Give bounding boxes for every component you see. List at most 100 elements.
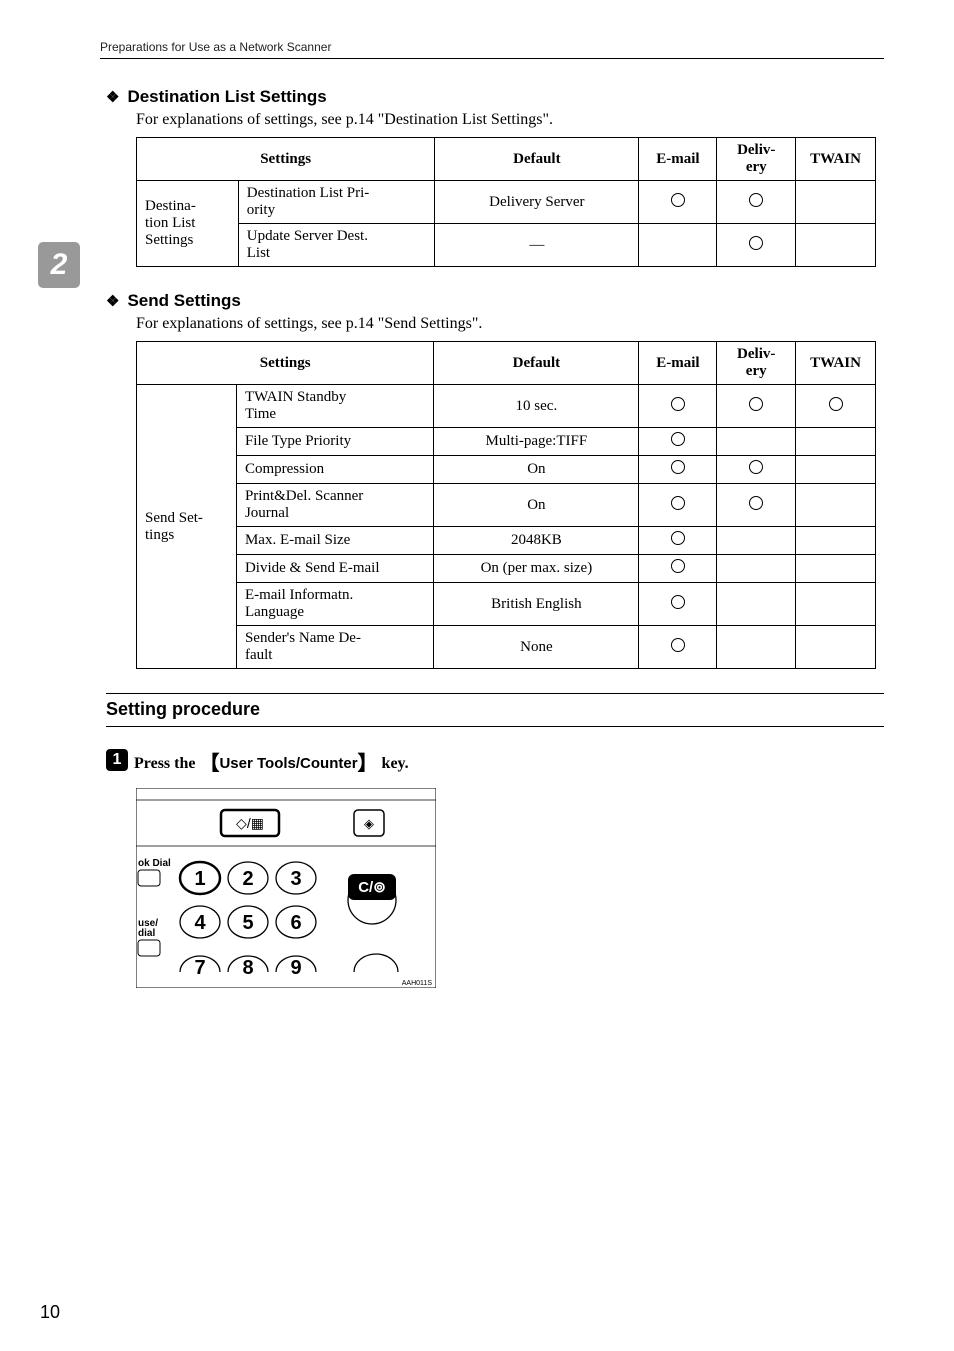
svg-text:5: 5	[242, 912, 253, 934]
svg-text:◈: ◈	[364, 816, 374, 831]
circle-icon	[671, 559, 685, 573]
setting-name: Divide & Send E-mail	[236, 555, 433, 583]
setting-name: Update Server Dest.List	[238, 224, 435, 267]
table-row: E-mail Informatn.Language British Englis…	[137, 583, 876, 626]
circle-icon	[671, 432, 685, 446]
svg-text:7: 7	[194, 957, 205, 979]
col-twain: TWAIN	[796, 138, 876, 181]
diamond-icon: ❖	[106, 294, 119, 309]
svg-text:9: 9	[290, 957, 301, 979]
destination-desc: For explanations of settings, see p.14 "…	[136, 111, 884, 129]
circle-icon	[671, 460, 685, 474]
flag-deliv	[717, 224, 796, 267]
svg-text:C/⊚: C/⊚	[358, 879, 386, 896]
setting-name: E-mail Informatn.Language	[236, 583, 433, 626]
circle-icon	[671, 595, 685, 609]
step-text: Press the 【User Tools/Counter】 key.	[134, 745, 409, 774]
col-default: Default	[434, 342, 639, 385]
svg-text:ok Dial: ok Dial	[138, 858, 171, 869]
table-row: Update Server Dest.List —	[137, 224, 876, 267]
col-delivery: Deliv-ery	[717, 342, 796, 385]
flag-email	[639, 527, 717, 555]
setting-default: None	[434, 626, 639, 669]
step-suffix: key.	[378, 755, 409, 772]
svg-text:dial: dial	[138, 928, 155, 939]
send-title: Send Settings	[127, 291, 240, 311]
circle-icon	[749, 236, 763, 250]
svg-text:4: 4	[194, 912, 206, 934]
send-table: Settings Default E-mail Deliv-ery TWAIN …	[136, 341, 876, 669]
flag-deliv	[717, 428, 796, 456]
flag-twain	[796, 224, 876, 267]
table-row: Compression On	[137, 456, 876, 484]
svg-text:◇/▦: ◇/▦	[236, 815, 264, 831]
col-settings: Settings	[137, 342, 434, 385]
setting-name: Destination List Pri-ority	[238, 181, 435, 224]
flag-deliv	[717, 626, 796, 669]
flag-email	[639, 484, 717, 527]
flag-email	[639, 224, 717, 267]
setting-name: Sender's Name De-fault	[236, 626, 433, 669]
flag-email	[639, 626, 717, 669]
flag-deliv	[717, 181, 796, 224]
flag-twain	[796, 555, 876, 583]
step-1: 1 Press the 【User Tools/Counter】 key.	[106, 745, 884, 774]
flag-email	[639, 181, 717, 224]
table-row: Destina-tion ListSettings Destination Li…	[137, 181, 876, 224]
svg-text:3: 3	[290, 868, 301, 890]
setting-default: 2048KB	[434, 527, 639, 555]
circle-icon	[829, 397, 843, 411]
destination-title-row: ❖ Destination List Settings	[106, 87, 884, 107]
key-name: User Tools/Counter	[219, 755, 357, 772]
keypad-figure: ◇/▦ ◈ ok Dial use/ dial 1 2 3 4 5 6 7 8 …	[136, 788, 884, 993]
destination-table: Settings Default E-mail Deliv-ery TWAIN …	[136, 137, 876, 267]
bracket-left-icon: 【	[199, 753, 219, 775]
setting-default: —	[435, 224, 639, 267]
diamond-icon: ❖	[106, 90, 119, 105]
setting-name: File Type Priority	[236, 428, 433, 456]
table-row: Send Set-tings TWAIN StandbyTime 10 sec.	[137, 385, 876, 428]
flag-twain	[796, 626, 876, 669]
setting-default: British English	[434, 583, 639, 626]
setting-name: Print&Del. ScannerJournal	[236, 484, 433, 527]
setting-default: On	[434, 456, 639, 484]
table-row: Max. E-mail Size 2048KB	[137, 527, 876, 555]
circle-icon	[749, 460, 763, 474]
setting-default: On	[434, 484, 639, 527]
table-row: Divide & Send E-mail On (per max. size)	[137, 555, 876, 583]
circle-icon	[671, 397, 685, 411]
destination-title: Destination List Settings	[127, 87, 326, 107]
flag-email	[639, 385, 717, 428]
flag-twain	[796, 428, 876, 456]
table-row: Print&Del. ScannerJournal On	[137, 484, 876, 527]
send-title-row: ❖ Send Settings	[106, 291, 884, 311]
col-email: E-mail	[639, 138, 717, 181]
circle-icon	[671, 638, 685, 652]
flag-email	[639, 456, 717, 484]
setting-name: Max. E-mail Size	[236, 527, 433, 555]
flag-deliv	[717, 385, 796, 428]
send-desc: For explanations of settings, see p.14 "…	[136, 315, 884, 333]
flag-email	[639, 555, 717, 583]
col-delivery: Deliv-ery	[717, 138, 796, 181]
col-email: E-mail	[639, 342, 717, 385]
flag-twain	[796, 527, 876, 555]
setting-procedure-heading: Setting procedure	[106, 693, 884, 727]
circle-icon	[749, 496, 763, 510]
table-header-row: Settings Default E-mail Deliv-ery TWAIN	[137, 342, 876, 385]
flag-email	[639, 583, 717, 626]
flag-deliv	[717, 484, 796, 527]
flag-twain	[796, 456, 876, 484]
flag-twain	[796, 484, 876, 527]
svg-text:6: 6	[290, 912, 301, 934]
svg-text:8: 8	[242, 957, 253, 979]
setting-default: On (per max. size)	[434, 555, 639, 583]
circle-icon	[671, 531, 685, 545]
circle-icon	[749, 193, 763, 207]
flag-twain	[796, 583, 876, 626]
col-settings: Settings	[137, 138, 435, 181]
destination-list-section: ❖ Destination List Settings For explanat…	[100, 87, 884, 267]
svg-text:1: 1	[194, 868, 205, 890]
row-group-label: Send Set-tings	[137, 385, 237, 669]
svg-text:AAH011S: AAH011S	[402, 980, 433, 987]
